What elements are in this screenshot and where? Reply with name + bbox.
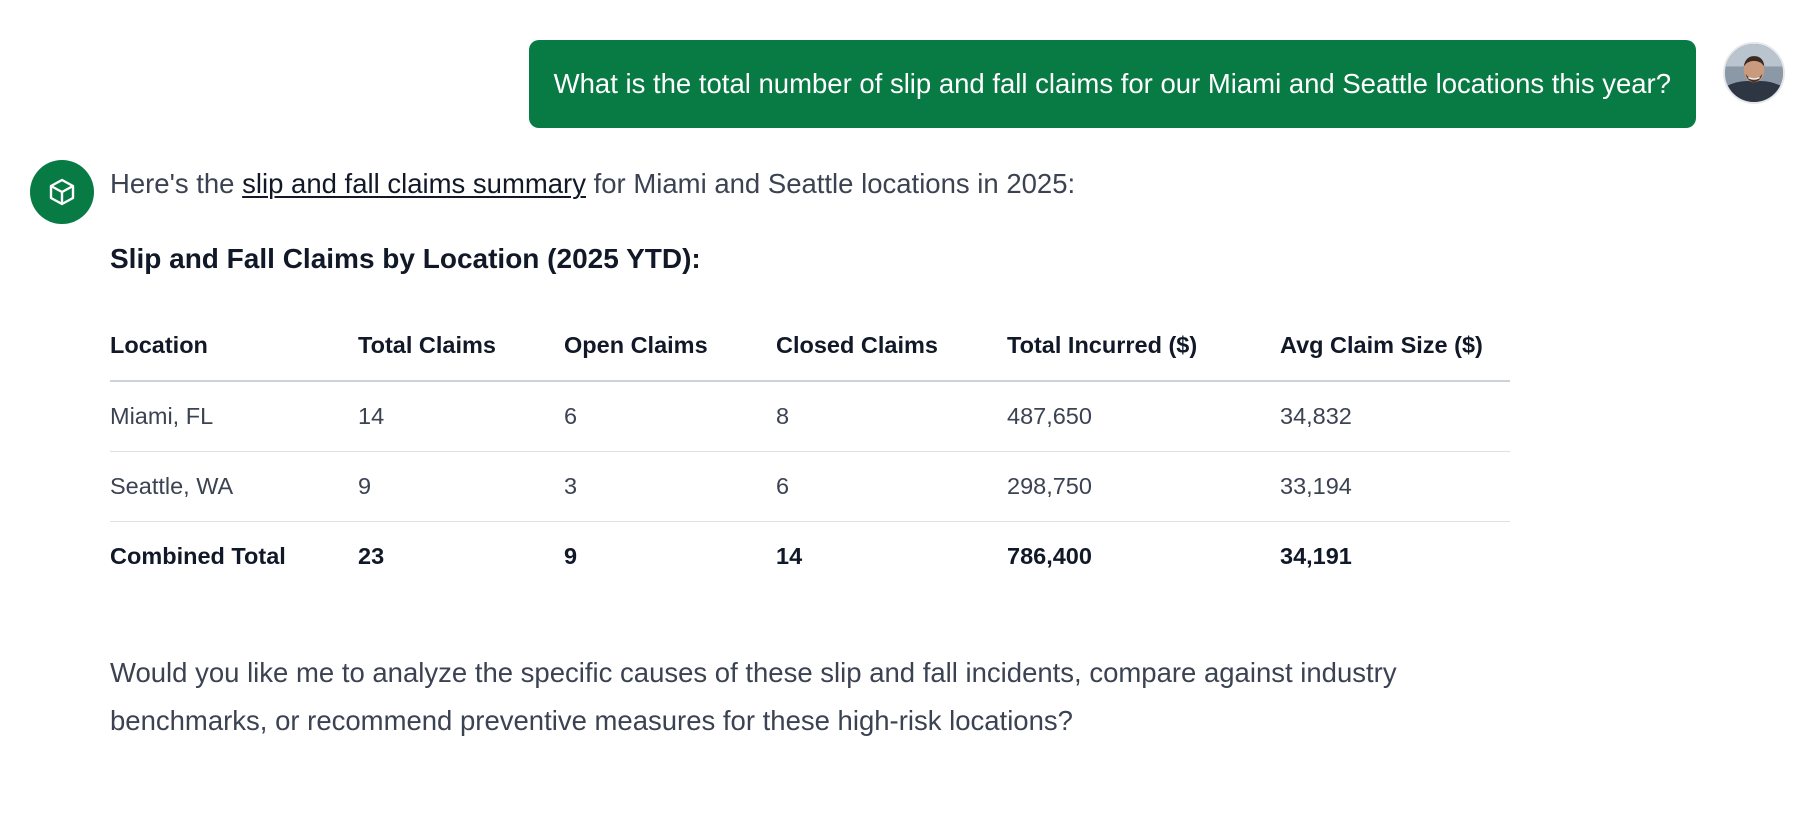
- section-title: Slip and Fall Claims by Location (2025 Y…: [110, 243, 701, 274]
- cell-avg-claim-size: 34,832: [1280, 381, 1510, 452]
- total-label: Combined Total: [110, 542, 286, 569]
- user-message-row: What is the total number of slip and fal…: [0, 40, 1806, 130]
- header-avg-claim-size: Avg Claim Size ($): [1280, 311, 1510, 382]
- cell-total-incurred: 487,650: [1007, 381, 1280, 452]
- user-photo-icon: [1725, 44, 1783, 102]
- header-total-incurred: Total Incurred ($): [1007, 311, 1280, 382]
- total-claims: 23: [358, 542, 385, 569]
- table-row: Miami, FL 14 6 8 487,650 34,832: [110, 381, 1510, 452]
- assistant-avatar: [30, 160, 94, 224]
- header-closed-claims: Closed Claims: [776, 311, 1007, 382]
- cell-closed-claims: 6: [776, 451, 1007, 522]
- assistant-message: Here's the slip and fall claims summary …: [110, 163, 1510, 745]
- cell-location: Seattle, WA: [110, 451, 358, 522]
- user-message-text: What is the total number of slip and fal…: [553, 68, 1671, 99]
- cell-open-claims: 3: [564, 451, 776, 522]
- user-avatar[interactable]: [1723, 42, 1785, 104]
- header-total-claims: Total Claims: [358, 311, 564, 382]
- intro-prefix: Here's the: [110, 168, 243, 199]
- cell-avg-claim-size: 33,194: [1280, 451, 1510, 522]
- cell-total-claims: 9: [358, 451, 564, 522]
- header-location: Location: [110, 311, 358, 382]
- chat-view: What is the total number of slip and fal…: [0, 0, 1806, 833]
- cell-closed-claims: 8: [776, 381, 1007, 452]
- cell-open-claims: 6: [564, 381, 776, 452]
- table-total-row: Combined Total 23 9 14 786,400 34,191: [110, 521, 1510, 591]
- table-header-row: Location Total Claims Open Claims Closed…: [110, 311, 1510, 382]
- header-open-claims: Open Claims: [564, 311, 776, 382]
- claims-summary-link[interactable]: slip and fall claims summary: [242, 168, 586, 199]
- assistant-closing-question: Would you like me to analyze the specifi…: [110, 657, 1397, 736]
- cell-total-incurred: 298,750: [1007, 451, 1280, 522]
- cube-icon: [49, 178, 75, 206]
- cell-location: Miami, FL: [110, 381, 358, 452]
- total-closed-claims: 14: [776, 542, 803, 569]
- cell-total-claims: 14: [358, 381, 564, 452]
- total-avg-claim-size: 34,191: [1280, 542, 1352, 569]
- table-row: Seattle, WA 9 3 6 298,750 33,194: [110, 451, 1510, 522]
- user-message-bubble: What is the total number of slip and fal…: [528, 40, 1696, 128]
- total-open-claims: 9: [564, 542, 578, 569]
- intro-suffix: for Miami and Seattle locations in 2025:: [585, 168, 1076, 199]
- assistant-intro: Here's the slip and fall claims summary …: [110, 163, 1510, 205]
- claims-table: Location Total Claims Open Claims Closed…: [110, 311, 1510, 591]
- total-incurred: 786,400: [1007, 542, 1092, 569]
